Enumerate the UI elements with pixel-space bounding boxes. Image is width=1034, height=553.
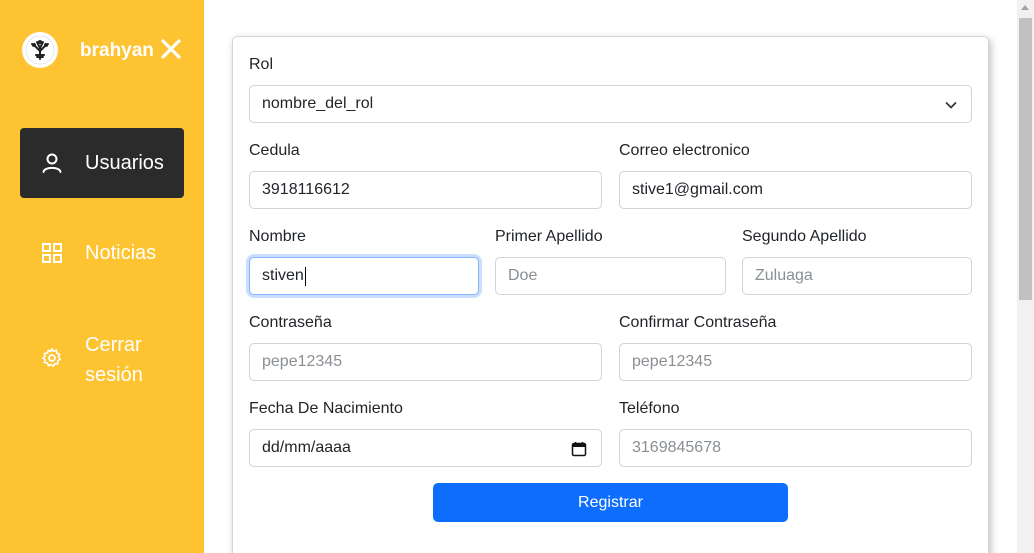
telefono-placeholder: 3169845678 bbox=[632, 439, 721, 456]
scrollbar-thumb[interactable] bbox=[1019, 18, 1032, 300]
correo-value: stive1@gmail.com bbox=[632, 181, 763, 198]
primer-apellido-placeholder: Doe bbox=[508, 267, 538, 284]
scrollbar[interactable] bbox=[1017, 0, 1034, 553]
rol-select[interactable]: nombre_del_rol bbox=[249, 85, 972, 123]
segundo-apellido-label: Segundo Apellido bbox=[742, 228, 867, 245]
chevron-down-icon bbox=[945, 102, 957, 109]
phone-field[interactable]: 3169845678 bbox=[619, 429, 972, 467]
tree-logo-icon bbox=[22, 32, 58, 68]
password-field[interactable]: pepe12345 bbox=[249, 343, 602, 381]
cedula-label: Cedula bbox=[249, 142, 300, 159]
scroll-up-arrow-icon[interactable] bbox=[1021, 5, 1029, 10]
telefono-label: Teléfono bbox=[619, 400, 680, 417]
nombre-label: Nombre bbox=[249, 228, 306, 245]
sidebar-item-label: Usuarios bbox=[85, 151, 164, 174]
primer-apellido-input[interactable]: Doe bbox=[495, 257, 726, 295]
grid-icon bbox=[40, 241, 64, 265]
text-caret bbox=[304, 266, 306, 286]
email-field[interactable]: stive1@gmail.com bbox=[619, 171, 972, 209]
user-icon bbox=[40, 151, 64, 175]
sidebar-item-cerrar-sesion[interactable]: Cerrar sesión bbox=[20, 330, 184, 390]
registration-form: Rol nombre_del_rol Cedula 3918116612 Cor… bbox=[232, 36, 989, 553]
contrasena-placeholder: pepe12345 bbox=[262, 353, 343, 370]
segundo-apellido-input[interactable]: Zuluaga bbox=[742, 257, 972, 295]
fecha-label: Fecha De Nacimiento bbox=[249, 400, 403, 417]
segundo-apellido-placeholder: Zuluaga bbox=[755, 267, 813, 284]
calendar-icon[interactable] bbox=[571, 441, 587, 457]
sidebar: brahyan Usuarios Noticias Cerrar sesión bbox=[0, 0, 204, 553]
confirmar-label: Confirmar Contraseña bbox=[619, 314, 777, 331]
rol-label: Rol bbox=[249, 56, 274, 73]
sidebar-item-label: Cerrar sesión bbox=[85, 334, 143, 386]
confirm-password-field[interactable]: pepe12345 bbox=[619, 343, 972, 381]
nombre-value: stiven bbox=[262, 267, 304, 284]
user-name: brahyan bbox=[80, 40, 154, 61]
sidebar-item-noticias[interactable]: Noticias bbox=[20, 238, 184, 268]
sidebar-item-usuarios[interactable]: Usuarios bbox=[20, 128, 184, 198]
sidebar-header: brahyan bbox=[22, 32, 181, 68]
confirmar-placeholder: pepe12345 bbox=[632, 353, 713, 370]
cedula-value: 3918116612 bbox=[262, 181, 350, 198]
fecha-value: dd/mm/aaaa bbox=[262, 439, 351, 456]
contrasena-label: Contraseña bbox=[249, 314, 332, 331]
cedula-input[interactable]: 3918116612 bbox=[249, 171, 602, 209]
sidebar-item-label: Noticias bbox=[85, 241, 157, 264]
rol-value: nombre_del_rol bbox=[262, 95, 374, 112]
gear-icon bbox=[40, 346, 64, 370]
date-field[interactable]: dd/mm/aaaa bbox=[249, 429, 602, 467]
primer-apellido-label: Primer Apellido bbox=[495, 228, 603, 245]
close-icon[interactable] bbox=[160, 38, 182, 60]
correo-label: Correo electronico bbox=[619, 142, 750, 159]
nombre-input[interactable]: stiven bbox=[249, 257, 479, 295]
registrar-button[interactable]: Registrar bbox=[433, 483, 788, 522]
